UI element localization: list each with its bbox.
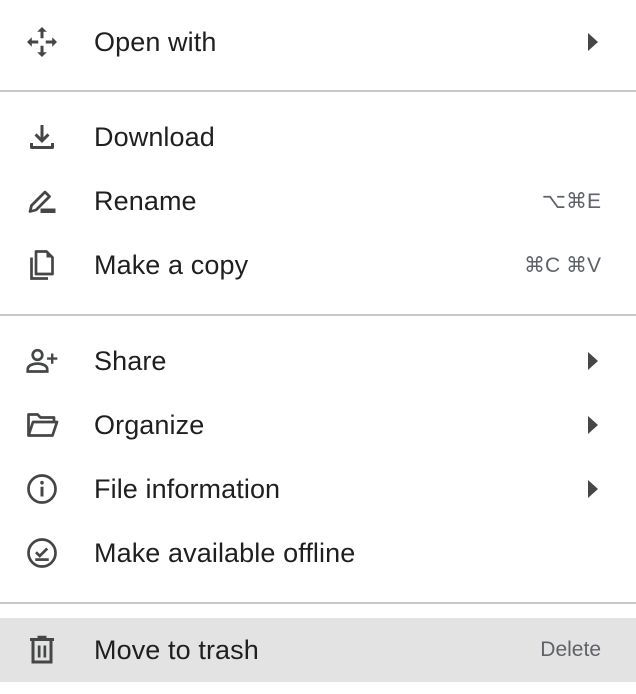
menu-item-download[interactable]: Download — [0, 105, 636, 169]
menu-item-label: Download — [94, 121, 215, 152]
submenu-arrow-icon — [588, 33, 598, 51]
submenu-arrow-icon — [588, 416, 598, 434]
menu-item-rename[interactable]: Rename ⌥⌘E — [0, 169, 636, 233]
submenu-arrow-icon — [588, 480, 598, 498]
menu-item-move-to-trash[interactable]: Move to trash Delete — [0, 618, 636, 682]
move-arrows-icon — [22, 22, 62, 62]
person-add-icon — [22, 341, 62, 381]
rename-pencil-icon — [22, 181, 62, 221]
menu-item-label: Share — [94, 345, 167, 376]
folder-open-icon — [22, 405, 62, 445]
keyboard-shortcut: ⌥⌘E — [541, 189, 601, 213]
copy-icon — [22, 245, 62, 285]
menu-divider — [0, 602, 636, 604]
trash-icon — [22, 630, 62, 670]
submenu-arrow-icon — [588, 352, 598, 370]
menu-item-label: Make available offline — [94, 537, 356, 568]
menu-item-organize[interactable]: Organize — [0, 393, 636, 457]
menu-item-share[interactable]: Share — [0, 329, 636, 393]
menu-item-label: Move to trash — [94, 634, 259, 665]
menu-divider — [0, 314, 636, 316]
offline-check-icon — [22, 533, 62, 573]
menu-item-label: Open with — [94, 26, 217, 57]
menu-divider — [0, 90, 636, 92]
menu-item-file-information[interactable]: File information — [0, 457, 636, 521]
context-menu: Open with Download Rename ⌥⌘E Make a cop… — [0, 0, 636, 694]
info-icon — [22, 469, 62, 509]
menu-item-open-with[interactable]: Open with — [0, 10, 636, 74]
menu-item-label: Organize — [94, 409, 205, 440]
menu-item-label: File information — [94, 473, 281, 504]
download-icon — [22, 117, 62, 157]
menu-item-make-a-copy[interactable]: Make a copy ⌘C ⌘V — [0, 233, 636, 297]
keyboard-shortcut: Delete — [540, 638, 601, 661]
menu-item-label: Make a copy — [94, 249, 249, 280]
menu-item-label: Rename — [94, 185, 197, 216]
menu-item-make-available-offline[interactable]: Make available offline — [0, 521, 636, 585]
keyboard-shortcut: ⌘C ⌘V — [523, 253, 601, 277]
